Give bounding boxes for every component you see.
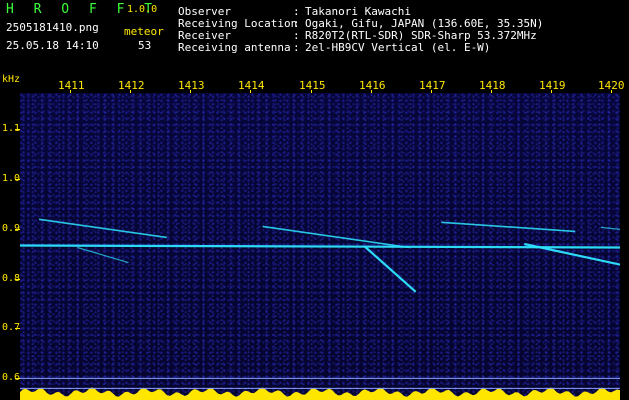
x-tick-label: 1414 [238, 79, 265, 92]
info-value-location: Ogaki, Gifu, JAPAN (136.60E, 35.35N) [305, 17, 544, 30]
hrofft-window: H R O F F T 1.0.0 2505181410.png 25.05.1… [0, 0, 629, 400]
meteor-echo-trace [600, 226, 620, 230]
meteor-count: 53 [138, 39, 152, 52]
info-separator: : [293, 5, 300, 18]
info-label-antenna: Receiving antenna [178, 41, 291, 54]
x-tick-label: 1416 [359, 79, 386, 92]
x-tick-label: 1417 [419, 79, 446, 92]
app-version: 1.0.0 [127, 4, 158, 15]
meteor-echo-trace [441, 221, 576, 233]
x-tick-label: 1419 [539, 79, 566, 92]
info-separator: : [293, 17, 300, 30]
meteor-echo-trace [38, 218, 167, 239]
meteor-echo-trace [262, 225, 410, 249]
x-tick-label: 1413 [178, 79, 205, 92]
spectrogram-plot [20, 218, 620, 400]
info-separator: : [293, 29, 300, 42]
info-label-observer: Observer [178, 5, 231, 18]
info-label-receiver: Receiver [178, 29, 231, 42]
meteor-echo-trace [77, 246, 129, 264]
x-tick-label: 1418 [479, 79, 506, 92]
capture-time: 25.05.18 14:10 [6, 39, 99, 52]
meteor-label: meteor [124, 25, 164, 38]
info-value-observer: Takanori Kawachi [305, 5, 411, 18]
file-name: 2505181410.png [6, 21, 99, 34]
info-value-antenna: 2el-HB9CV Vertical (el. E-W) [305, 41, 491, 54]
y-axis-unit-label: kHz [2, 74, 21, 85]
meteor-echo-trace [363, 245, 417, 293]
x-tick-label: 1412 [118, 79, 145, 92]
info-value-receiver: R820T2(RTL-SDR) SDR-Sharp 53.372MHz [305, 29, 537, 42]
noise-level-band [20, 387, 620, 400]
info-separator: : [293, 41, 300, 54]
x-tick-label: 1415 [299, 79, 326, 92]
x-tick-label: 1411 [58, 79, 85, 92]
info-label-location: Receiving Location [178, 17, 298, 30]
